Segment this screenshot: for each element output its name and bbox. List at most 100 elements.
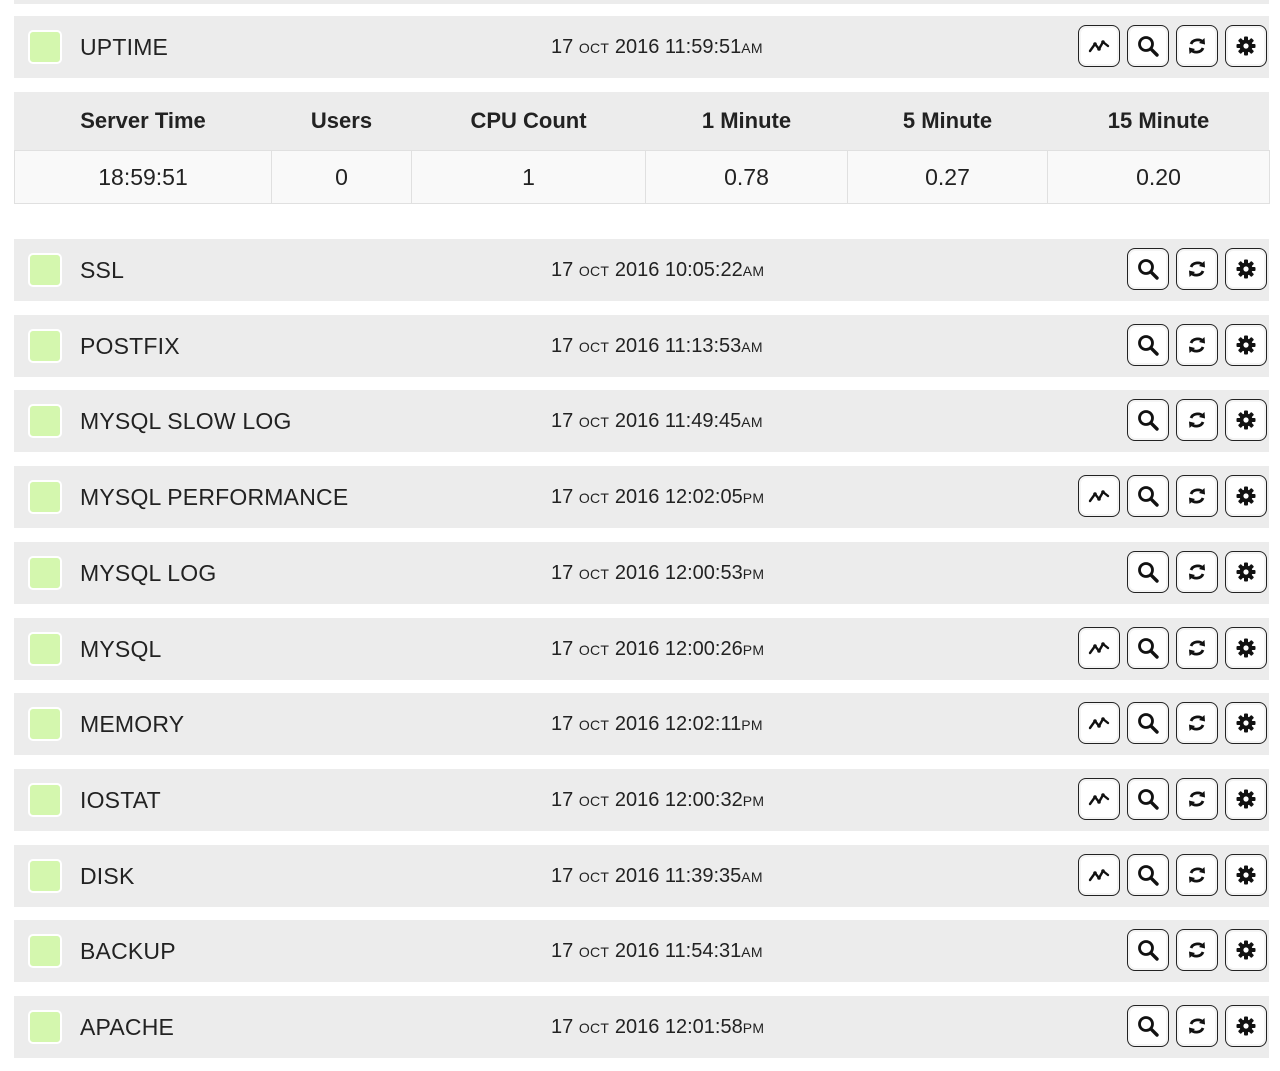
search-button[interactable] [1127,929,1169,971]
date-year-time: 2016 11:13:53 [614,335,742,357]
header-server-time: Server Time [80,108,206,133]
settings-button[interactable] [1225,25,1267,67]
settings-button[interactable] [1225,1005,1267,1047]
service-timestamp: 17 OCT 2016 10:05:22AM [551,239,764,301]
service-row-memory: MEMORY 17 OCT 2016 12:02:11PM [14,693,1269,755]
settings-button[interactable] [1225,929,1267,971]
refresh-icon [1189,942,1205,958]
date-ampm: PM [741,717,763,733]
date-ampm: PM [742,793,765,809]
search-button[interactable] [1127,1005,1169,1047]
row-actions [1078,778,1267,822]
row-actions [1127,551,1267,595]
date-ampm: AM [741,944,763,960]
service-row-backup: BACKUP 17 OCT 2016 11:54:31AM [14,920,1269,982]
search-button[interactable] [1127,475,1169,517]
refresh-button[interactable] [1176,702,1218,744]
service-timestamp: 17 OCT 2016 12:00:53PM [551,542,764,604]
refresh-button[interactable] [1176,551,1218,593]
refresh-button[interactable] [1176,854,1218,896]
refresh-button[interactable] [1176,399,1218,441]
refresh-icon [1189,337,1205,353]
stats-value-row: 18:59:51 0 1 0.78 0.27 0.20 [14,150,1270,204]
graph-button[interactable] [1078,475,1120,517]
graph-button[interactable] [1078,25,1120,67]
settings-button[interactable] [1225,551,1267,593]
date-day: 17 [551,36,574,58]
search-button[interactable] [1127,778,1169,820]
graph-button[interactable] [1078,778,1120,820]
date-year-time: 2016 12:00:26 [614,638,743,660]
settings-button[interactable] [1225,324,1267,366]
row-actions [1078,627,1267,671]
settings-button[interactable] [1225,475,1267,517]
date-day: 17 [551,713,574,735]
refresh-button[interactable] [1176,248,1218,290]
stats-header-row: Server Time Users CPU Count 1 Minute 5 M… [15,92,1270,151]
refresh-icon [1189,715,1205,731]
date-day: 17 [551,259,574,281]
settings-button[interactable] [1225,778,1267,820]
graph-button[interactable] [1078,854,1120,896]
date-ampm: AM [741,339,763,355]
search-button[interactable] [1127,248,1169,290]
date-year-time: 2016 10:05:22 [614,259,743,281]
refresh-button[interactable] [1176,25,1218,67]
header-1-minute: 1 Minute [701,108,792,133]
service-row-mysql-slow-log: MYSQL SLOW LOG 17 OCT 2016 11:49:45AM [14,390,1269,452]
search-button[interactable] [1127,324,1169,366]
header-cpu-count: CPU Count [470,108,587,133]
graph-button[interactable] [1078,702,1120,744]
date-year-time: 2016 12:02:11 [614,713,742,735]
date-year-time: 2016 11:59:51 [614,36,742,58]
value-server-time: 18:59:51 [14,150,272,204]
refresh-icon [1189,488,1205,504]
graph-button[interactable] [1078,627,1120,669]
line-chart-icon [1088,793,1110,806]
search-button[interactable] [1127,25,1169,67]
service-name: MEMORY [80,711,185,737]
gear-icon [1236,562,1256,582]
refresh-button[interactable] [1176,324,1218,366]
refresh-button[interactable] [1176,627,1218,669]
service-row-disk: DISK 17 OCT 2016 11:39:35AM [14,845,1269,907]
search-button[interactable] [1127,551,1169,593]
header-15-minute: 15 Minute [1107,108,1210,133]
refresh-button[interactable] [1176,475,1218,517]
search-button[interactable] [1127,627,1169,669]
date-year-time: 2016 11:49:45 [614,410,742,432]
refresh-button[interactable] [1176,929,1218,971]
refresh-icon [1189,640,1205,656]
refresh-button[interactable] [1176,778,1218,820]
service-name: DISK [80,863,135,889]
line-chart-icon [1088,717,1110,730]
search-button[interactable] [1127,399,1169,441]
line-chart-icon [1088,869,1110,882]
service-timestamp: 17 OCT 2016 12:01:58PM [551,996,764,1058]
top-divider [14,0,1269,4]
service-timestamp: 17 OCT 2016 12:02:11PM [551,693,763,755]
date-ampm: PM [742,566,765,582]
settings-button[interactable] [1225,702,1267,744]
date-day: 17 [551,410,574,432]
date-month: OCT [578,339,610,355]
gear-icon [1236,940,1256,960]
refresh-button[interactable] [1176,1005,1218,1047]
date-month: OCT [578,1020,610,1036]
search-icon [1138,36,1159,57]
search-button[interactable] [1127,702,1169,744]
row-actions [1127,248,1267,292]
settings-button[interactable] [1225,399,1267,441]
settings-button[interactable] [1225,248,1267,290]
row-actions [1078,854,1267,898]
settings-button[interactable] [1225,854,1267,896]
settings-button[interactable] [1225,627,1267,669]
service-name: MYSQL PERFORMANCE [80,484,349,510]
value-5-minute: 0.27 [847,150,1048,204]
date-day: 17 [551,1016,574,1038]
date-day: 17 [551,562,574,584]
search-button[interactable] [1127,854,1169,896]
refresh-icon [1189,1018,1205,1034]
refresh-icon [1189,564,1205,580]
status-indicator [28,404,62,438]
